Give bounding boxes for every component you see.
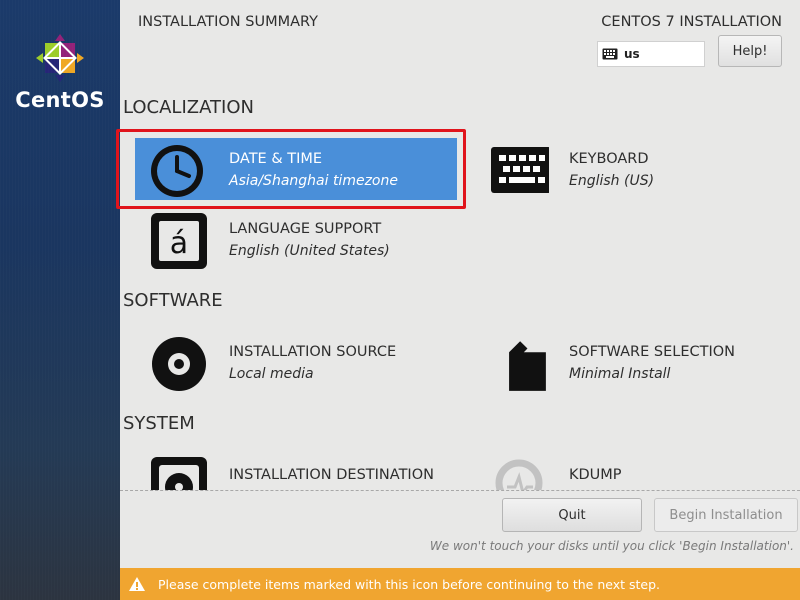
section-software: SOFTWARE: [123, 290, 223, 311]
warning-icon: [129, 577, 145, 591]
begin-installation-button[interactable]: Begin Installation: [654, 498, 798, 532]
svg-text:á: á: [170, 226, 188, 261]
package-icon: [509, 341, 546, 391]
warning-text: Please complete items marked with this i…: [158, 576, 661, 592]
spoke-status: English (US): [569, 173, 655, 189]
spoke-status: Asia/Shanghai timezone: [229, 173, 398, 189]
spoke-installation-source[interactable]: INSTALLATION SOURCE Local media: [135, 331, 457, 393]
spoke-date-time[interactable]: DATE & TIME Asia/Shanghai timezone: [135, 138, 457, 200]
spoke-title: INSTALLATION SOURCE: [229, 344, 397, 360]
brand-name: CentOS: [15, 88, 105, 112]
section-localization: LOCALIZATION: [123, 97, 254, 118]
product-title: CENTOS 7 INSTALLATION: [601, 14, 782, 30]
spoke-keyboard[interactable]: KEYBOARD English (US): [475, 138, 797, 200]
centos-logo-icon: [36, 34, 84, 82]
keyboard-small-icon: [602, 48, 618, 60]
page-title: INSTALLATION SUMMARY: [138, 14, 319, 30]
footer-note: We won't touch your disks until you clic…: [429, 539, 794, 553]
spoke-installation-destination[interactable]: INSTALLATION DESTINATION: [135, 454, 457, 490]
keyboard-layout-label: us: [624, 47, 640, 61]
help-button[interactable]: Help!: [718, 35, 782, 67]
clock-icon: [151, 145, 203, 197]
spoke-status: Local media: [229, 366, 314, 382]
spoke-title: SOFTWARE SELECTION: [569, 344, 735, 360]
spoke-title: LANGUAGE SUPPORT: [229, 221, 382, 237]
spoke-language-support[interactable]: á LANGUAGE SUPPORT English (United State…: [135, 208, 457, 270]
section-system: SYSTEM: [123, 413, 195, 434]
sidebar: CentOS: [0, 0, 120, 600]
disc-icon: [152, 337, 206, 391]
harddisk-icon: [151, 457, 207, 490]
keyboard-layout-indicator[interactable]: us: [597, 41, 705, 67]
quit-button[interactable]: Quit: [502, 498, 642, 532]
spoke-status: Minimal Install: [569, 366, 671, 382]
language-icon: á: [151, 213, 207, 269]
spoke-title: DATE & TIME: [229, 151, 323, 167]
spoke-kdump[interactable]: KDUMP: [475, 454, 797, 490]
spoke-title: INSTALLATION DESTINATION: [229, 467, 434, 483]
installation-summary-hub: INSTALLATION SUMMARY CENTOS 7 INSTALLATI…: [116, 0, 800, 600]
kdump-icon: [495, 459, 543, 490]
keyboard-icon: [491, 147, 549, 193]
warning-bar: Please complete items marked with this i…: [120, 568, 800, 600]
spoke-title: KEYBOARD: [569, 151, 649, 167]
spoke-status: English (United States): [229, 243, 390, 259]
spoke-title: KDUMP: [569, 467, 622, 483]
spoke-software-selection[interactable]: SOFTWARE SELECTION Minimal Install: [475, 331, 797, 393]
